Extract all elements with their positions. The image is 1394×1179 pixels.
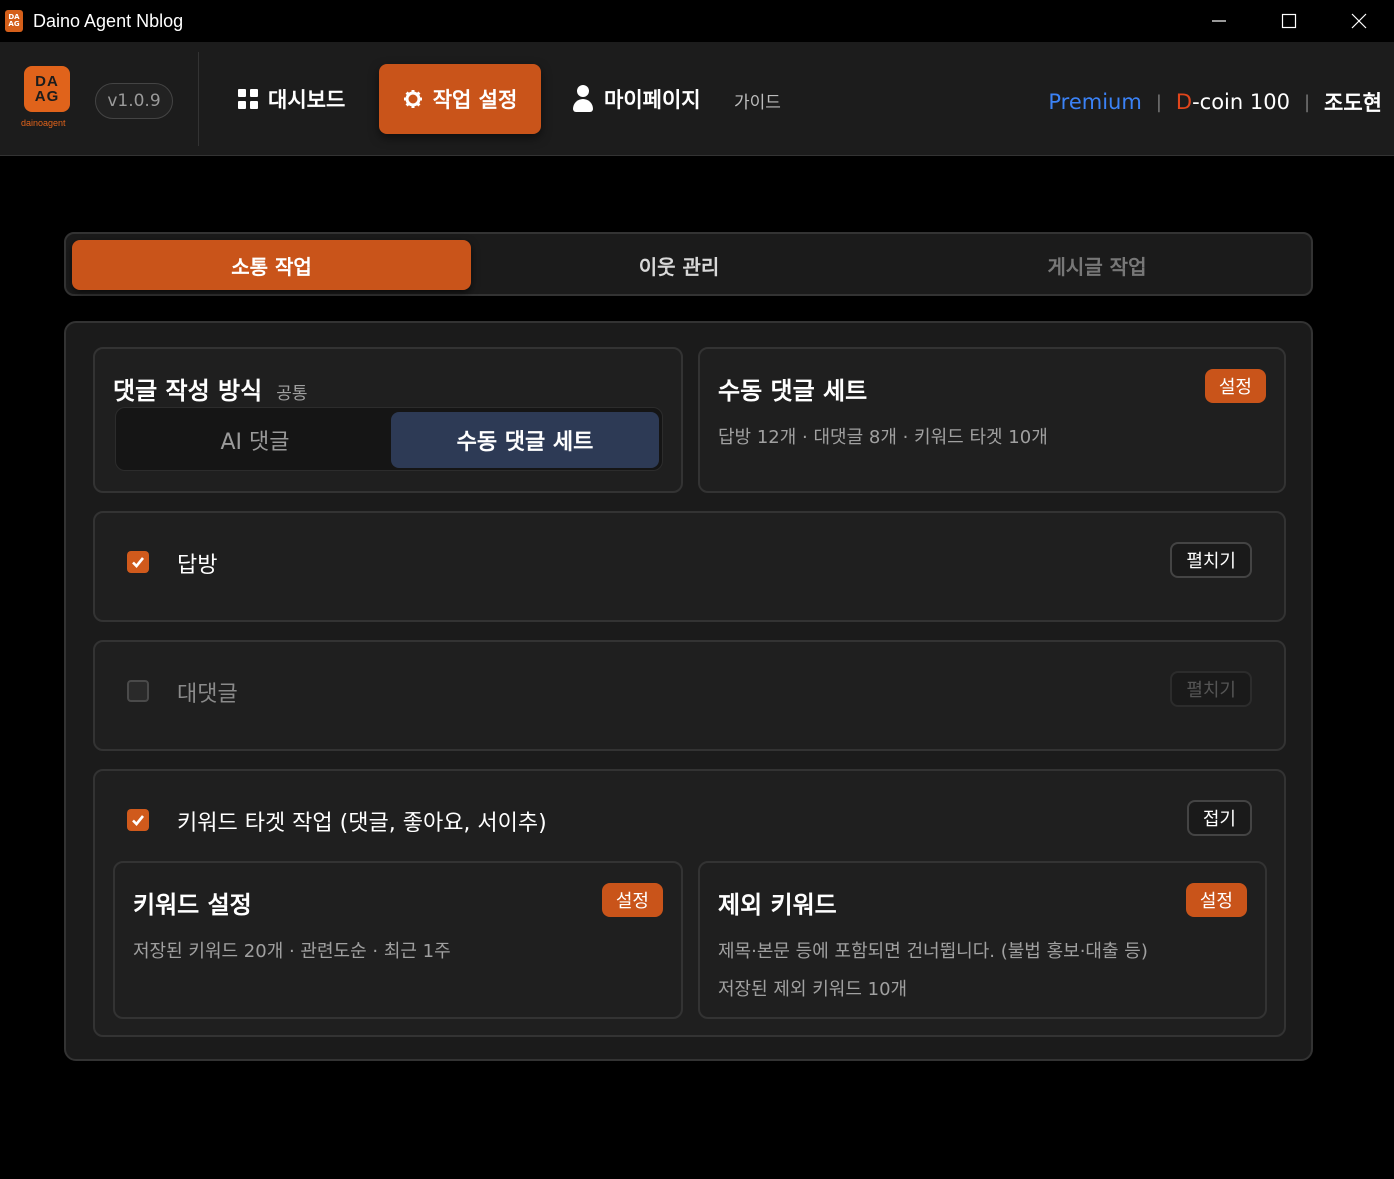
tab-communication[interactable]: 소통 작업 [72, 240, 471, 290]
app-logo-icon: DA AG [5, 10, 23, 32]
brand-logo[interactable]: DA AG [24, 66, 70, 112]
exclude-keywords-button[interactable]: 설정 [1185, 883, 1247, 917]
brand-logo-line2: AG [34, 88, 60, 105]
manual-set-title: 수동 댓글 세트 [718, 377, 868, 405]
tab-neighbor-management[interactable]: 이웃 관리 [471, 240, 887, 290]
nav-mypage[interactable]: 마이페이지 [572, 64, 701, 134]
option-manual-comment-set[interactable]: 수동 댓글 세트 [391, 412, 659, 468]
separator: | [1155, 91, 1162, 113]
keyword-target-section: 키워드 타겟 작업 (댓글, 좋아요, 서이추) 접기 키워드 설정 설정 저장… [93, 769, 1286, 1037]
window-controls [1184, 0, 1394, 42]
keyword-settings-summary: 저장된 키워드 20개 · 관련도순 · 최근 1주 [133, 941, 451, 962]
exclude-keywords-description: 제목·본문 등에 포함되면 건너뜁니다. (불법 홍보·대출 등) [718, 941, 1148, 962]
exclude-keywords-summary: 저장된 제외 키워드 10개 [718, 979, 908, 1000]
reply-visit-expand-button[interactable]: 펼치기 [1170, 542, 1252, 578]
sub-comment-label: 대댓글 [177, 682, 238, 707]
task-tabs: 소통 작업 이웃 관리 게시글 작업 [64, 232, 1313, 296]
version-badge: v1.0.9 [95, 83, 173, 119]
reply-visit-section: 답방 펼치기 [93, 511, 1286, 622]
sub-comment-checkbox[interactable] [127, 680, 149, 702]
nav-task-settings[interactable]: 작업 설정 [379, 64, 541, 134]
keyword-target-label: 키워드 타겟 작업 (댓글, 좋아요, 서이추) [177, 811, 547, 836]
reply-visit-label: 답방 [177, 553, 218, 578]
gear-icon [403, 90, 422, 108]
nav-mypage-label: 마이페이지 [604, 88, 701, 112]
nav-task-settings-label: 작업 설정 [432, 88, 518, 112]
keyword-settings-title: 키워드 설정 [133, 891, 252, 919]
user-name[interactable]: 조도현 [1324, 87, 1382, 117]
header-divider [198, 52, 199, 146]
plan-label: Premium [1048, 90, 1142, 114]
sub-comment-section: 대댓글 펼치기 [93, 640, 1286, 751]
minimize-button[interactable] [1184, 0, 1254, 42]
tab-post-task[interactable]: 게시글 작업 [887, 240, 1307, 290]
close-button[interactable] [1324, 0, 1394, 42]
window-title: Daino Agent Nblog [33, 10, 184, 31]
nav-dashboard-label: 대시보드 [268, 88, 346, 112]
comment-method-card: 댓글 작성 방식 공통 AI 댓글 수동 댓글 세트 [93, 347, 683, 493]
manual-set-summary: 답방 12개 · 대댓글 8개 · 키워드 타겟 10개 [718, 427, 1048, 448]
brand-logo-line1: DA [35, 73, 59, 90]
manual-set-settings-button[interactable]: 설정 [1204, 369, 1266, 403]
check-icon [132, 557, 145, 568]
manual-set-card: 수동 댓글 세트 설정 답방 12개 · 대댓글 8개 · 키워드 타겟 10개 [698, 347, 1286, 493]
settings-panel: 댓글 작성 방식 공통 AI 댓글 수동 댓글 세트 수동 댓글 세트 설정 답… [64, 321, 1313, 1061]
reply-visit-checkbox[interactable] [127, 551, 149, 573]
exclude-keywords-card: 제외 키워드 설정 제목·본문 등에 포함되면 건너뜁니다. (불법 홍보·대출… [698, 861, 1267, 1019]
separator: | [1303, 91, 1311, 113]
keyword-target-collapse-button[interactable]: 접기 [1186, 800, 1252, 836]
dcoin-balance: D-coin 100 [1176, 90, 1290, 114]
keyword-settings-button[interactable]: 설정 [601, 883, 663, 917]
nav-dashboard[interactable]: 대시보드 [238, 64, 345, 134]
exclude-keywords-title: 제외 키워드 [718, 891, 837, 919]
dcoin-amount: -coin 100 [1192, 90, 1290, 114]
keyword-settings-card: 키워드 설정 설정 저장된 키워드 20개 · 관련도순 · 최근 1주 [113, 861, 683, 1019]
comment-method-toggle: AI 댓글 수동 댓글 세트 [115, 407, 663, 471]
brand-subtitle: dainoagent [21, 118, 66, 128]
sub-comment-expand-button[interactable]: 펼치기 [1170, 671, 1252, 707]
check-icon [132, 815, 145, 826]
keyword-target-checkbox[interactable] [127, 809, 149, 831]
option-ai-comment[interactable]: AI 댓글 [120, 412, 390, 468]
common-tag: 공통 [276, 384, 308, 404]
user-icon [572, 85, 594, 113]
nav-guide[interactable]: 가이드 [734, 88, 781, 113]
window-titlebar: DA AG Daino Agent Nblog [0, 0, 1394, 42]
maximize-icon [1281, 13, 1297, 29]
minimize-icon [1212, 20, 1226, 22]
dcoin-prefix: D [1175, 90, 1193, 114]
close-icon [1351, 13, 1367, 29]
account-summary: Premium | D-coin 100 | 조도현 [1048, 87, 1382, 117]
maximize-button[interactable] [1254, 0, 1324, 42]
grid-icon [238, 89, 258, 109]
comment-method-title: 댓글 작성 방식 [113, 377, 263, 405]
app-header: DA AG dainoagent v1.0.9 대시보드 작업 설정 마이페이지… [0, 42, 1394, 156]
